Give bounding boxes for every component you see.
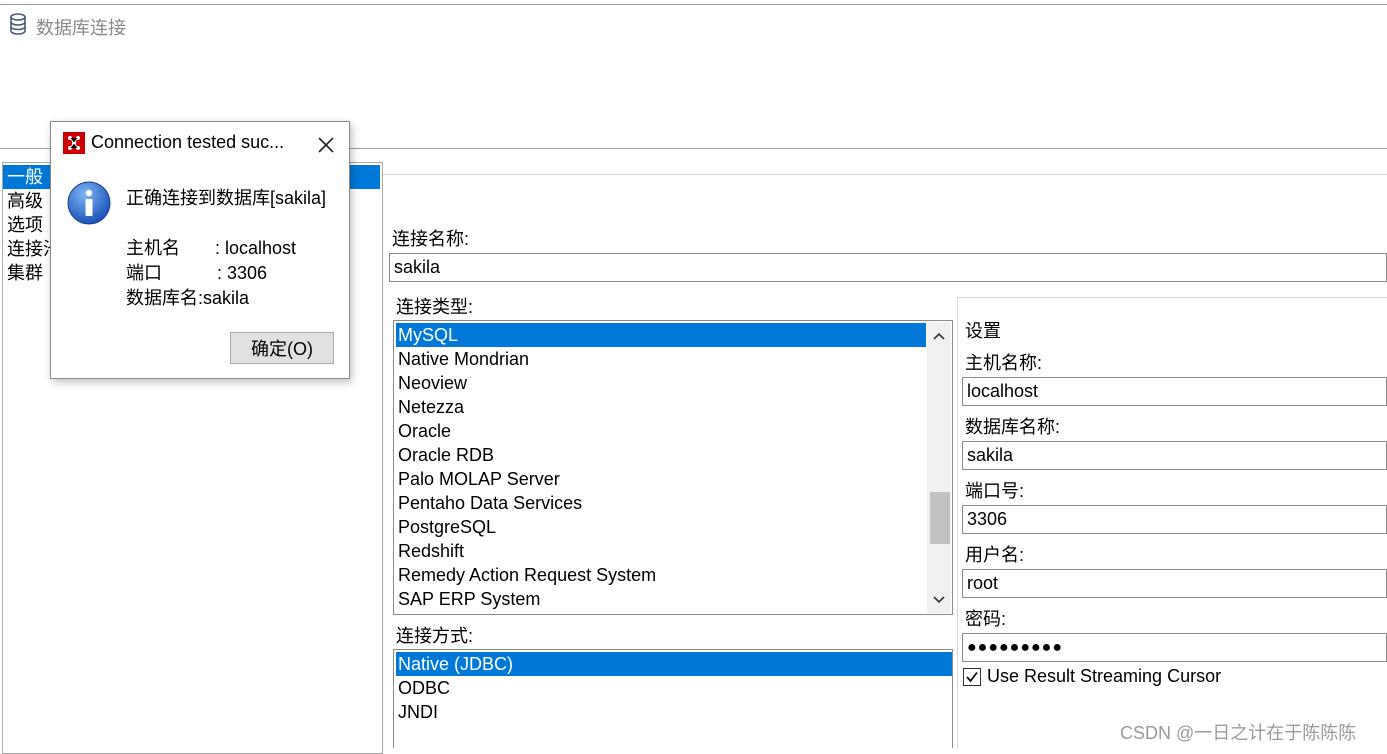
list-item[interactable]: ODBC: [396, 676, 952, 700]
connection-test-dialog: Connection tested suc... 正确连接到数据库[sakila…: [50, 121, 350, 379]
list-item[interactable]: SAP ERP System: [396, 587, 926, 611]
access-method-list[interactable]: Native (JDBC) ODBC JNDI: [393, 649, 953, 748]
list-item[interactable]: Neoview: [396, 371, 926, 395]
username-input[interactable]: root: [962, 569, 1387, 598]
list-item[interactable]: Pentaho Data Services: [396, 491, 926, 515]
dialog-message: 正确连接到数据库[sakila]: [126, 188, 327, 208]
info-icon: [66, 180, 112, 226]
database-icon: [9, 13, 27, 35]
list-item[interactable]: Remedy Action Request System: [396, 563, 926, 587]
list-item[interactable]: Redshift: [396, 539, 926, 563]
username-label: 用户名:: [965, 545, 1025, 565]
close-icon[interactable]: [315, 134, 337, 156]
dialog-db-line: 数据库名:sakila: [126, 288, 250, 308]
ok-button[interactable]: 确定(O): [230, 332, 334, 364]
password-input[interactable]: ●●●●●●●●●: [962, 633, 1387, 662]
list-item[interactable]: Netezza: [396, 395, 926, 419]
dialog-port-line: 端口 : 3306: [126, 263, 268, 283]
scroll-up-arrow-icon[interactable]: [927, 324, 951, 348]
list-item[interactable]: Oracle: [396, 419, 926, 443]
password-label: 密码:: [965, 609, 1007, 629]
port-input[interactable]: 3306: [962, 505, 1387, 534]
access-method-label: 连接方式:: [396, 626, 474, 646]
dialog-host-line: 主机名 : localhost: [126, 238, 297, 258]
host-label: 主机名称:: [965, 353, 1043, 373]
list-item[interactable]: PostgreSQL: [396, 515, 926, 539]
list-item[interactable]: Palo MOLAP Server: [396, 467, 926, 491]
checkmark-icon: [966, 671, 978, 683]
list-item[interactable]: Oracle RDB: [396, 443, 926, 467]
menu-bar-clipped: [0, 0, 1387, 5]
list-item[interactable]: MySQL: [396, 323, 926, 347]
settings-title: 设置: [965, 321, 1001, 341]
list-scrollbar[interactable]: [927, 322, 951, 613]
window-title: 数据库连接: [36, 18, 126, 38]
app-logo-icon: [63, 132, 85, 154]
streaming-cursor-label: Use Result Streaming Cursor: [987, 666, 1222, 686]
streaming-cursor-checkbox[interactable]: [963, 668, 981, 686]
content-divider: [383, 174, 1387, 175]
list-item[interactable]: Native Mondrian: [396, 347, 926, 371]
list-item[interactable]: Native (JDBC): [396, 652, 952, 676]
connection-type-label: 连接类型:: [396, 297, 474, 317]
dialog-title: Connection tested suc...: [91, 132, 285, 152]
scroll-thumb[interactable]: [930, 492, 950, 544]
scroll-down-arrow-icon[interactable]: [927, 588, 951, 612]
port-label: 端口号:: [965, 481, 1025, 501]
database-name-label: 数据库名称:: [965, 417, 1061, 437]
watermark: CSDN @一日之计在于陈陈陈: [1120, 723, 1357, 743]
connection-type-list[interactable]: MySQL Native Mondrian Neoview Netezza Or…: [393, 320, 953, 615]
connection-name-label: 连接名称:: [392, 229, 470, 249]
database-name-input[interactable]: sakila: [962, 441, 1387, 470]
list-item[interactable]: JNDI: [396, 700, 952, 724]
connection-name-input[interactable]: sakila: [389, 253, 1387, 282]
host-input[interactable]: localhost: [962, 377, 1387, 406]
